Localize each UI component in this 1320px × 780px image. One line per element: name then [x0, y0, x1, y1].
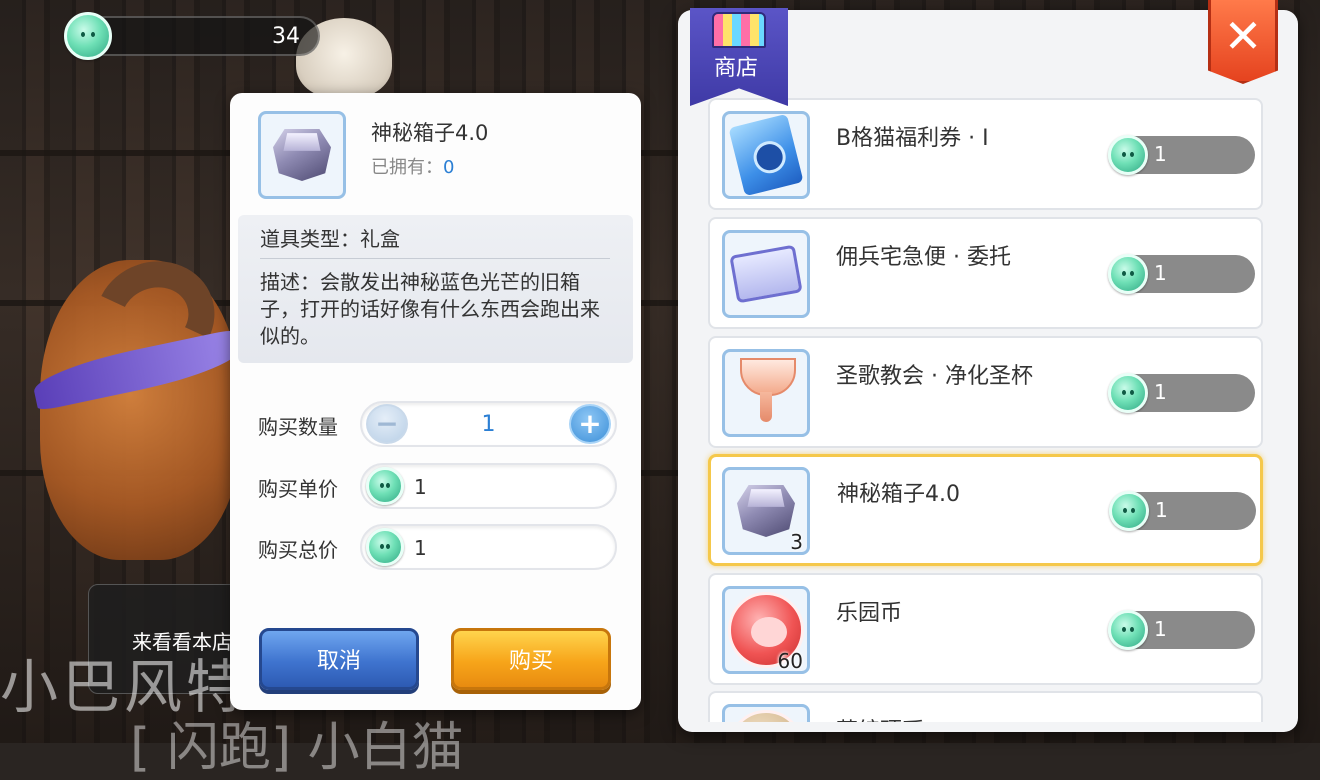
shop-item-price: 1 — [1108, 610, 1255, 650]
pet-coin-icon — [1108, 373, 1148, 413]
total-price-value: 1 — [414, 536, 427, 560]
total-price-label: 购买总价 — [258, 538, 338, 562]
item-type: 道具类型：礼盒 — [260, 227, 400, 251]
shop-item-name: 草编硬币 — [836, 713, 924, 722]
item-description-panel: 道具类型：礼盒 描述：会散发出神秘蓝色光芒的旧箱子，打开的话好像有什么东西会跑出… — [238, 215, 633, 363]
shop-item-name: 佣兵宅急便 · 委托 — [836, 245, 1011, 270]
pet-coin-icon — [366, 467, 404, 505]
unit-price-label: 购买单价 — [258, 477, 338, 501]
close-button[interactable]: ✕ — [1208, 0, 1278, 84]
item-icon-frame — [722, 111, 810, 199]
owned-label: 已拥有： — [371, 157, 443, 178]
shop-item-price: 1 — [1108, 254, 1255, 294]
shop-item-list[interactable]: B格猫福利券 · I 1 佣兵宅急便 · 委托 1 圣歌教会 · 净化圣杯 1 … — [678, 10, 1298, 722]
close-icon: ✕ — [1223, 8, 1263, 63]
unit-price-field: 1 — [360, 463, 617, 509]
scroll-icon — [729, 244, 803, 304]
shop-item-row[interactable]: 圣歌教会 · 净化圣杯 1 — [708, 336, 1263, 448]
price-value: 1 — [1154, 617, 1167, 641]
grail-icon — [740, 358, 796, 428]
currency-bar: 34 — [84, 16, 320, 56]
shop-item-name: 乐园币 — [836, 601, 903, 626]
quantity-label: 购买数量 — [258, 415, 338, 439]
shop-title: 商店 — [714, 56, 759, 81]
cancel-button[interactable]: 取消 — [259, 628, 419, 690]
owned-value: 0 — [443, 157, 455, 178]
shop-item-price: 1 — [1108, 135, 1255, 175]
purchase-dialog: 神秘箱子4.0 已拥有：0 道具类型：礼盒 描述：会散发出神秘蓝色光芒的旧箱子，… — [230, 93, 641, 710]
shop-item-row[interactable]: 佣兵宅急便 · 委托 1 — [708, 217, 1263, 329]
item-title: 神秘箱子4.0 — [371, 121, 489, 145]
price-value: 1 — [1154, 261, 1167, 285]
shop-item-price: 1 — [1108, 373, 1255, 413]
item-count: 60 — [777, 649, 803, 673]
pet-coin-icon — [1109, 491, 1149, 531]
shop-item-name: B格猫福利券 · I — [836, 126, 989, 151]
straw-coin-icon — [728, 710, 804, 722]
pet-coin-icon — [366, 528, 404, 566]
item-icon-frame — [722, 230, 810, 318]
shop-stall-icon — [712, 12, 766, 48]
item-count: 3 — [790, 530, 803, 554]
item-icon-frame — [722, 349, 810, 437]
shop-item-name: 神秘箱子4.0 — [837, 482, 960, 507]
shop-item-row[interactable]: B格猫福利券 · I 1 — [708, 98, 1263, 210]
item-icon-frame: 3 — [722, 467, 810, 555]
price-value: 1 — [1155, 498, 1168, 522]
shop-item-row[interactable]: 草编硬币 — [708, 691, 1263, 722]
shop-item-price: 1 — [1109, 491, 1256, 531]
unit-price-value: 1 — [414, 475, 427, 499]
shop-item-row-selected[interactable]: 3 神秘箱子4.0 1 — [708, 454, 1263, 566]
pet-coin-icon — [64, 12, 112, 60]
price-value: 1 — [1154, 380, 1167, 404]
item-icon-frame — [722, 704, 810, 722]
total-price-field: 1 — [360, 524, 617, 570]
increase-quantity-button[interactable]: + — [569, 404, 611, 444]
buy-button[interactable]: 购买 — [451, 628, 611, 690]
shop-item-name: 圣歌教会 · 净化圣杯 — [836, 364, 1033, 389]
item-description: 描述：会散发出神秘蓝色光芒的旧箱子，打开的话好像有什么东西会跑出来似的。 — [260, 270, 600, 348]
quantity-stepper: − 1 + — [360, 401, 617, 447]
item-owned: 已拥有：0 — [371, 153, 454, 179]
item-icon-frame — [258, 111, 346, 199]
ticket-icon — [728, 113, 804, 197]
price-value: 1 — [1154, 142, 1167, 166]
divider — [260, 258, 610, 259]
pet-coin-icon — [1108, 254, 1148, 294]
mystery-box-icon — [273, 129, 331, 181]
mystery-box-icon — [737, 485, 795, 537]
shop-item-row[interactable]: 60 乐园币 1 — [708, 573, 1263, 685]
currency-amount: 34 — [272, 24, 300, 49]
pet-coin-icon — [1108, 135, 1148, 175]
shop-panel: B格猫福利券 · I 1 佣兵宅急便 · 委托 1 圣歌教会 · 净化圣杯 1 … — [678, 10, 1298, 732]
item-icon-frame: 60 — [722, 586, 810, 674]
pet-coin-icon — [1108, 610, 1148, 650]
